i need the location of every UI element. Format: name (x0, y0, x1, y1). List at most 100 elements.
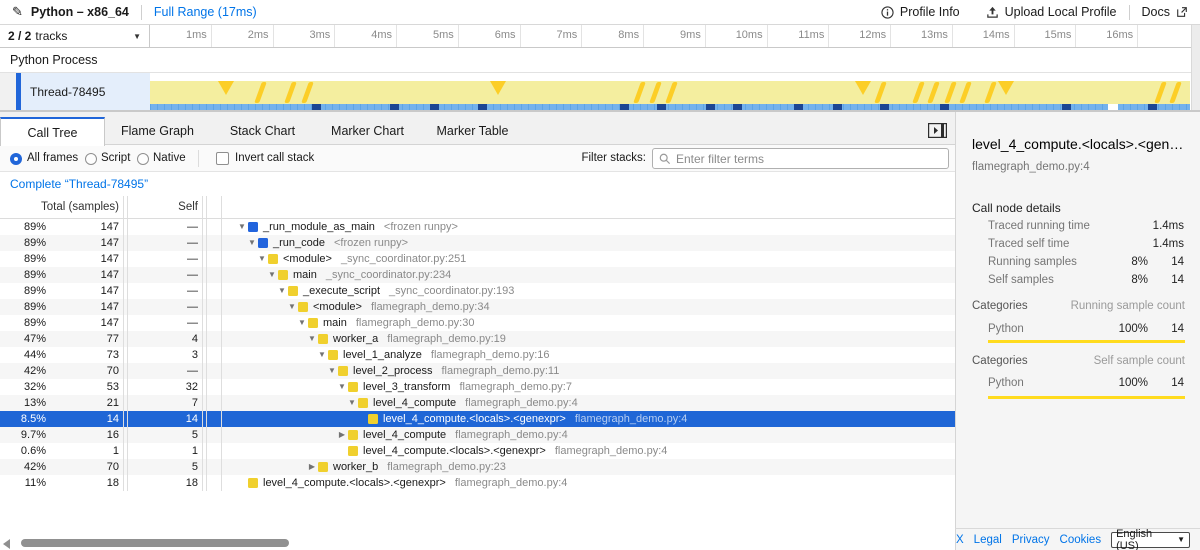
call-tree-row[interactable]: 42%70 — ▼ level_2_process flamegraph_dem… (0, 363, 955, 379)
twisty-icon[interactable]: ▶ (306, 459, 318, 475)
thread-track-canvas[interactable] (150, 73, 1190, 110)
call-tree-row[interactable]: 89%147 — ▼ main flamegraph_demo.py:30 (0, 315, 955, 331)
track-marker-slash (633, 82, 646, 103)
twisty-icon[interactable]: ▼ (306, 331, 318, 347)
row-self-samples: 5 (128, 427, 203, 443)
category-square-icon (358, 398, 368, 408)
sidebar-toggle-icon[interactable] (928, 123, 947, 143)
function-name: _execute_script (303, 283, 380, 299)
function-name: <module> (283, 251, 332, 267)
invert-call-stack-checkbox[interactable] (216, 152, 229, 165)
docs-link[interactable]: Docs (1142, 5, 1188, 19)
track-marker-slash (912, 82, 925, 103)
radio-all-frames[interactable] (10, 153, 22, 165)
twisty-icon[interactable]: ▼ (346, 395, 358, 411)
scroll-left-arrow-icon[interactable] (3, 539, 10, 549)
category-square-icon (298, 302, 308, 312)
source-location: flamegraph_demo.py:4 (455, 427, 568, 443)
call-tree-row[interactable]: 89%147 — ▼ <module> flamegraph_demo.py:3… (0, 299, 955, 315)
category-square-icon (318, 334, 328, 344)
horizontal-scrollbar-thumb[interactable] (21, 539, 289, 547)
row-self-samples: 1 (128, 443, 203, 459)
filter-stacks-input[interactable]: Enter filter terms (652, 148, 949, 169)
twisty-icon[interactable]: ▼ (236, 219, 248, 235)
twisty-icon[interactable]: ▼ (246, 235, 258, 251)
radio-script[interactable] (85, 153, 97, 165)
breadcrumb-complete-thread[interactable]: Complete “Thread-78495” (10, 177, 148, 191)
twisty-icon[interactable]: ▼ (336, 379, 348, 395)
call-tree-row[interactable]: 8.5%14 14 level_4_compute.<locals>.<gene… (0, 411, 955, 427)
call-tree-row[interactable]: 13%21 7 ▼ level_4_compute flamegraph_dem… (0, 395, 955, 411)
language-select[interactable]: English (US) ▼ (1111, 532, 1190, 548)
call-tree-row[interactable]: 89%147 — ▼ main _sync_coordinator.py:234 (0, 267, 955, 283)
row-total-percent: 13% (0, 395, 46, 411)
call-tree-row[interactable]: 47%77 4 ▼ worker_a flamegraph_demo.py:19 (0, 331, 955, 347)
row-total-percent: 89% (0, 315, 46, 331)
twisty-icon[interactable]: ▼ (286, 299, 298, 315)
twisty-icon[interactable]: ▼ (266, 267, 278, 283)
function-name: level_4_compute (373, 395, 456, 411)
function-name: level_4_compute.<locals>.<genexpr> (383, 411, 566, 427)
row-self-samples: — (128, 219, 203, 235)
footer-privacy-link[interactable]: Privacy (1012, 534, 1050, 546)
upload-profile-button[interactable]: Upload Local Profile (986, 5, 1117, 19)
source-location: flamegraph_demo.py:19 (387, 331, 506, 347)
category-square-icon (328, 350, 338, 360)
track-marker-triangle (998, 81, 1014, 95)
twisty-icon[interactable]: ▶ (336, 427, 348, 443)
call-tree-row[interactable]: 89%147 — ▼ _run_module_as_main <frozen r… (0, 219, 955, 235)
edit-pencil-icon[interactable]: ✎ (12, 4, 23, 20)
tracks-scrollbar[interactable] (1191, 25, 1200, 110)
call-tree-row[interactable]: 0.6%1 1 level_4_compute.<locals>.<genexp… (0, 443, 955, 459)
radio-script-label[interactable]: Script (101, 152, 130, 164)
top-header: ✎ Python – x86_64 Full Range (17ms) Prof… (0, 0, 1200, 25)
full-range-link[interactable]: Full Range (17ms) (154, 5, 257, 19)
category-square-icon (248, 222, 258, 232)
tracks-dropdown-button[interactable]: 2 / 2 tracks ▼ (0, 25, 150, 47)
row-total-percent: 89% (0, 267, 46, 283)
twisty-icon[interactable]: ▼ (316, 347, 328, 363)
call-tree-row[interactable]: 89%147 — ▼ _execute_script _sync_coordin… (0, 283, 955, 299)
source-location: flamegraph_demo.py:34 (371, 299, 490, 315)
track-marker-slash (984, 82, 997, 103)
thread-activity-band (150, 81, 1190, 104)
twisty-icon[interactable]: ▼ (276, 283, 288, 299)
source-location: flamegraph_demo.py:23 (387, 459, 506, 475)
invert-call-stack-label[interactable]: Invert call stack (235, 152, 314, 164)
call-tree-row[interactable]: 89%147 — ▼ <module> _sync_coordinator.py… (0, 251, 955, 267)
profile-info-button[interactable]: Profile Info (881, 5, 960, 19)
source-location: <frozen runpy> (384, 219, 458, 235)
footer-x-link[interactable]: X (956, 534, 964, 546)
twisty-icon[interactable]: ▼ (326, 363, 338, 379)
twisty-icon[interactable]: ▼ (256, 251, 268, 267)
twisty-icon[interactable]: ▼ (296, 315, 308, 331)
call-tree-row[interactable]: 9.7%16 5 ▶ level_4_compute flamegraph_de… (0, 427, 955, 443)
row-self-samples: — (128, 299, 203, 315)
thread-track-label[interactable]: Thread-78495 (21, 73, 150, 110)
categories-header: CategoriesRunning sample count (972, 300, 1185, 312)
radio-all-frames-label[interactable]: All frames (27, 152, 78, 164)
call-tree-row[interactable]: 89%147 — ▼ _run_code <frozen runpy> (0, 235, 955, 251)
call-tree-row[interactable]: 32%53 32 ▼ level_3_transform flamegraph_… (0, 379, 955, 395)
row-total-samples: 73 (46, 347, 123, 363)
track-marker-slash (301, 82, 314, 103)
tab-flame-graph[interactable]: Flame Graph (105, 117, 210, 145)
call-tree-row[interactable]: 42%70 5 ▶ worker_b flamegraph_demo.py:23 (0, 459, 955, 475)
row-total-samples: 147 (46, 267, 123, 283)
function-name: level_4_compute.<locals>.<genexpr> (363, 443, 546, 459)
tab-call-tree[interactable]: Call Tree (0, 117, 105, 146)
tab-marker-table[interactable]: Marker Table (420, 117, 525, 145)
call-tree-row[interactable]: 11%18 18 level_4_compute.<locals>.<genex… (0, 475, 955, 491)
category-row: Python100%14 (988, 377, 1184, 389)
filter-placeholder: Enter filter terms (676, 152, 764, 166)
col-self-label: Self (128, 196, 203, 218)
radio-native[interactable] (137, 153, 149, 165)
track-python-process[interactable]: Python Process (0, 48, 1200, 73)
footer-cookies-link[interactable]: Cookies (1060, 534, 1102, 546)
call-tree-row[interactable]: 44%73 3 ▼ level_1_analyze flamegraph_dem… (0, 347, 955, 363)
footer-legal-link[interactable]: Legal (974, 534, 1002, 546)
category-square-icon (278, 270, 288, 280)
tab-stack-chart[interactable]: Stack Chart (210, 117, 315, 145)
radio-native-label[interactable]: Native (153, 152, 186, 164)
tab-marker-chart[interactable]: Marker Chart (315, 117, 420, 145)
